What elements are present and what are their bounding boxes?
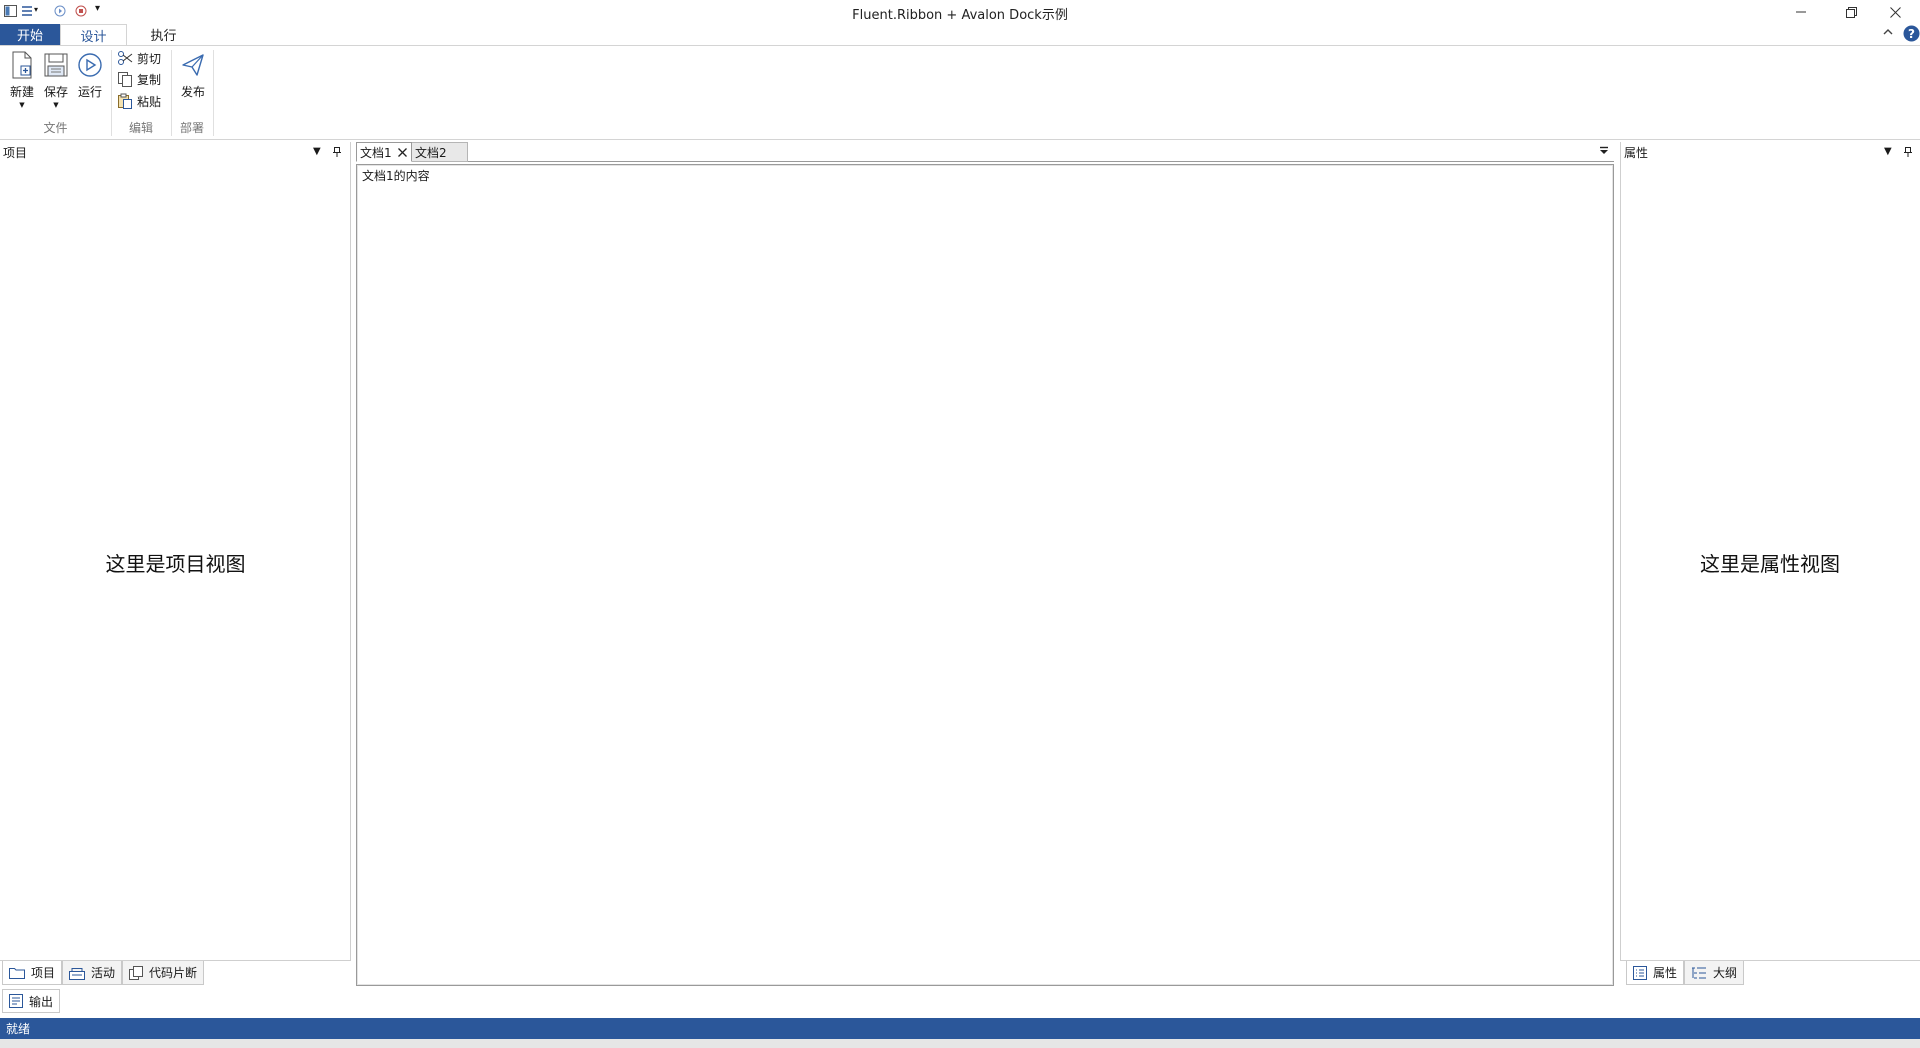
window-title: Fluent.Ribbon + Avalon Dock示例 [852,8,1068,23]
group-label-file: 文件 [43,121,68,135]
restore-button[interactable] [1828,0,1874,24]
project-view-text: 这里是项目视图 [105,552,246,576]
group-separator [213,50,214,136]
tab-project-label: 项目 [31,966,56,980]
play-icon [74,50,106,80]
outline-icon [1691,966,1707,980]
document-tab-strip [356,142,1614,162]
cut-button[interactable]: 剪切 [117,48,161,68]
ribbon-panel [0,46,1920,140]
tab-activity-label: 活动 [91,966,116,980]
tab-snippets-label: 代码片断 [149,966,198,980]
project-pane-tabs: 项目 活动 代码片断 [2,961,205,985]
group-label-edit: 编辑 [128,121,153,135]
save-dropdown-icon: ▼ [53,101,59,109]
ribbon-minimize-icon[interactable] [1883,28,1893,36]
new-document-icon [6,50,38,80]
document-list-icon[interactable] [1599,146,1609,156]
paste-label: 粘贴 [137,94,162,109]
pin-icon[interactable] [333,147,341,157]
tab-output[interactable]: 输出 [2,989,61,1013]
tab-output-label: 输出 [29,994,54,1009]
publish-label: 发布 [180,85,205,99]
document-content[interactable] [356,164,1614,986]
status-bar: 就绪 [0,1018,1920,1039]
paste-icon [117,93,133,109]
copy-icon [117,71,133,87]
close-button[interactable] [1872,0,1918,24]
run-button[interactable]: 运行 [73,50,107,112]
properties-pane-tabs: 属性 大纲 [1626,961,1745,985]
pin-icon[interactable] [1904,147,1912,157]
run-label: 运行 [77,85,102,99]
tab-properties-label: 属性 [1653,966,1678,980]
tab-outline-label: 大纲 [1713,966,1738,980]
help-icon[interactable]: ? [1903,25,1920,42]
publish-button[interactable]: 发布 [176,50,210,112]
svg-text:?: ? [1908,27,1915,41]
document-tab-2[interactable]: 文档2 [412,142,468,162]
tab-snippets[interactable]: 代码片断 [122,961,205,985]
pane-menu-icon[interactable]: ▼ [313,146,321,157]
tab-execute[interactable]: 执行 [130,24,197,45]
paste-button[interactable]: 粘贴 [117,91,161,111]
copy-label: 复制 [137,72,162,87]
document-tab-1[interactable]: 文档1 [356,142,412,162]
properties-view-text: 这里是属性视图 [1700,552,1840,576]
new-dropdown-icon: ▼ [19,101,25,109]
document-tab-1-label: 文档1 [360,145,392,160]
status-text: 就绪 [6,1022,31,1036]
document-content-text: 文档1的内容 [362,169,430,183]
copy-button[interactable]: 复制 [117,69,161,89]
tab-design[interactable]: 设计 [60,24,127,46]
tab-project[interactable]: 项目 [2,961,63,985]
tab-activity[interactable]: 活动 [62,961,123,985]
document-tab-2-label: 文档2 [415,145,447,160]
folder-icon [9,967,25,979]
save-button[interactable]: 保存 ▼ [39,50,73,112]
tab-outline[interactable]: 大纲 [1684,961,1745,985]
tab-start[interactable]: 开始 [0,24,60,45]
minimize-button[interactable] [1778,0,1824,24]
save-icon [40,50,72,80]
pane-menu-icon[interactable]: ▼ [1884,146,1892,157]
group-label-deploy: 部署 [179,121,204,135]
activity-icon [69,966,86,980]
bottom-strip [0,1039,1920,1048]
close-tab-icon[interactable] [397,147,407,157]
cut-label: 剪切 [137,51,162,66]
project-pane-title: 项目 [3,146,28,160]
properties-pane-title: 属性 [1624,146,1649,160]
new-label: 新建 [9,85,34,99]
scissors-icon [117,50,133,66]
save-label: 保存 [43,85,68,99]
send-icon [177,50,209,80]
output-icon [9,994,23,1008]
tab-properties[interactable]: 属性 [1626,961,1685,985]
snippets-icon [129,965,144,980]
properties-icon [1633,965,1647,980]
new-button[interactable]: 新建 ▼ [5,50,39,112]
